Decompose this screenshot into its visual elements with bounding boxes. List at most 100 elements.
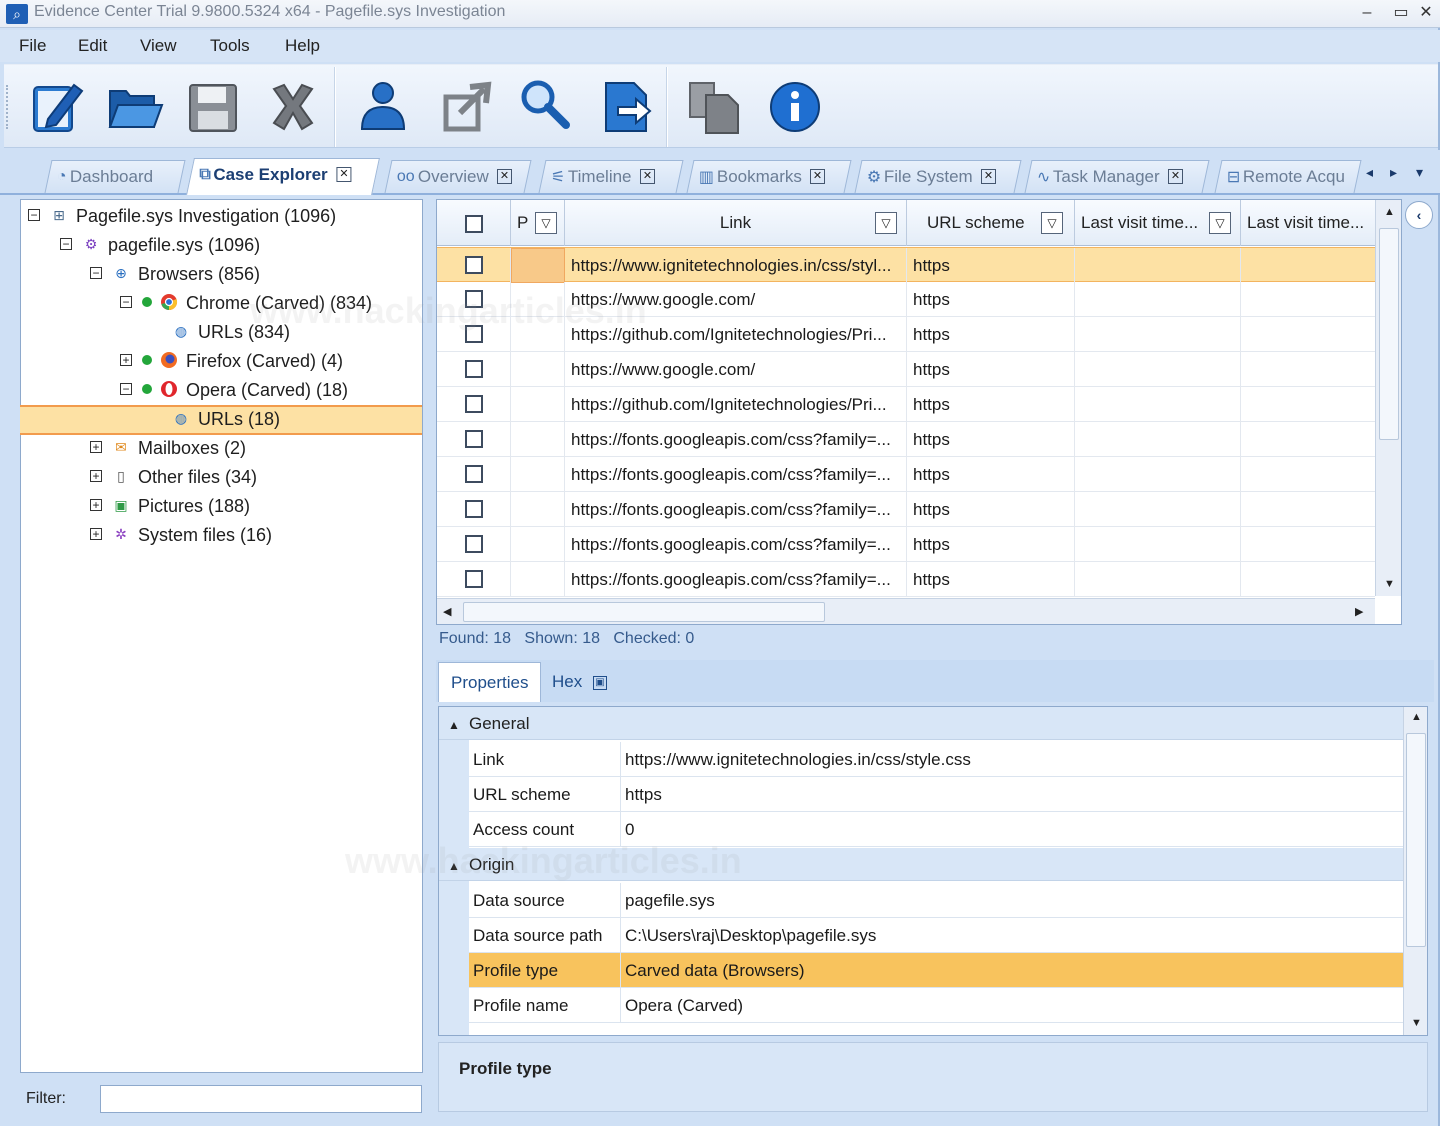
tree-node-browsers[interactable]: − ⊕ Browsers (856) <box>90 260 260 288</box>
filter-icon[interactable]: ▽ <box>1209 212 1231 234</box>
tab-close-icon[interactable]: ✕ <box>981 169 997 185</box>
property-row-data-source-path[interactable]: Data source path C:\Users\raj\Desktop\pa… <box>469 918 1403 953</box>
property-row-link[interactable]: Link https://www.ignitetechnologies.in/c… <box>469 742 1403 777</box>
tree-node-opera[interactable]: − Opera (Carved) (18) <box>120 376 348 404</box>
tab-hex[interactable]: Hex ▣ <box>540 662 619 702</box>
tree-node-opera-urls[interactable]: ◍ URLs (18) <box>172 405 280 433</box>
scroll-up-icon[interactable]: ▲ <box>1384 206 1395 218</box>
grid-horizontal-scrollbar[interactable]: ◀ ▶ <box>437 598 1375 624</box>
select-all-checkbox[interactable] <box>465 215 483 233</box>
tab-file-system[interactable]: ⚙ File System ✕ <box>854 160 1022 193</box>
scroll-up-icon[interactable]: ▲ <box>1411 711 1422 723</box>
tab-overview[interactable]: oo Overview ✕ <box>384 160 532 193</box>
category-general[interactable]: ▲ General <box>439 707 1403 740</box>
row-checkbox[interactable] <box>465 570 483 588</box>
row-checkbox[interactable] <box>465 535 483 553</box>
filter-input[interactable] <box>100 1085 422 1113</box>
tab-scroll-left-icon[interactable]: ◂ <box>1366 164 1373 181</box>
tree-node-mailboxes[interactable]: + ✉ Mailboxes (2) <box>90 434 246 462</box>
add-evidence-button[interactable] <box>352 73 414 139</box>
table-row[interactable]: https://www.ignitetechnologies.in/css/st… <box>437 247 1375 283</box>
close-case-button[interactable] <box>262 73 324 139</box>
search-button[interactable] <box>512 73 574 139</box>
open-case-button[interactable] <box>104 73 166 139</box>
table-row[interactable]: https://fonts.googleapis.com/css?family=… <box>437 422 1375 457</box>
tab-case-explorer[interactable]: ⧉ Case Explorer ✕ <box>186 158 380 195</box>
export-button[interactable] <box>436 73 498 139</box>
table-row[interactable]: https://www.google.com/https <box>437 352 1375 387</box>
menu-view[interactable]: View <box>140 36 177 56</box>
tree-node-firefox[interactable]: + Firefox (Carved) (4) <box>120 347 343 375</box>
tab-scroll-right-icon[interactable]: ▸ <box>1390 164 1397 181</box>
tab-task-manager[interactable]: ∿ Task Manager ✕ <box>1024 160 1210 193</box>
tab-close-icon[interactable]: ✕ <box>810 169 826 185</box>
tree-node-pagefile[interactable]: − ⚙ pagefile.sys (1096) <box>60 231 260 259</box>
row-checkbox[interactable] <box>465 465 483 483</box>
tab-dashboard[interactable]: ◔ Dashboard <box>44 160 186 193</box>
scroll-down-icon[interactable]: ▼ <box>1384 578 1395 590</box>
hex-detach-icon[interactable]: ▣ <box>592 675 607 690</box>
expand-icon[interactable]: + <box>90 499 102 512</box>
tab-close-icon[interactable]: ✕ <box>336 167 352 183</box>
property-row-profile-name[interactable]: Profile name Opera (Carved) <box>469 988 1403 1023</box>
tab-close-icon[interactable]: ✕ <box>639 169 655 185</box>
about-button[interactable] <box>764 73 826 139</box>
expand-icon[interactable]: + <box>90 470 102 483</box>
maximize-button[interactable]: ▭ <box>1386 2 1416 24</box>
save-case-button[interactable] <box>182 73 244 139</box>
collapse-icon[interactable]: − <box>90 267 102 280</box>
expand-icon[interactable]: + <box>120 354 132 367</box>
expand-icon[interactable]: + <box>90 528 102 541</box>
close-window-button[interactable]: ✕ <box>1414 2 1438 24</box>
property-row-url-scheme[interactable]: URL scheme https <box>469 777 1403 812</box>
row-checkbox[interactable] <box>465 430 483 448</box>
row-checkbox[interactable] <box>465 500 483 518</box>
expand-icon[interactable]: + <box>90 441 102 454</box>
row-checkbox[interactable] <box>465 360 483 378</box>
scroll-thumb[interactable] <box>1379 228 1399 440</box>
tab-list-dropdown-icon[interactable]: ▾ <box>1416 164 1423 181</box>
collapse-icon[interactable]: − <box>120 383 132 396</box>
grid-vertical-scrollbar[interactable]: ▲ ▼ <box>1375 200 1401 596</box>
menu-tools[interactable]: Tools <box>210 36 250 56</box>
property-row-data-source[interactable]: Data source pagefile.sys <box>469 883 1403 918</box>
row-checkbox[interactable] <box>465 395 483 413</box>
table-row[interactable]: https://fonts.googleapis.com/css?family=… <box>437 527 1375 562</box>
toolbar-grip[interactable] <box>6 85 10 129</box>
collapse-icon[interactable]: − <box>120 296 132 309</box>
scroll-thumb[interactable] <box>1406 733 1426 947</box>
tree-node-other-files[interactable]: + ▯ Other files (34) <box>90 463 257 491</box>
scroll-thumb[interactable] <box>463 602 825 622</box>
table-row[interactable]: https://fonts.googleapis.com/css?family=… <box>437 492 1375 527</box>
new-case-button[interactable] <box>26 73 88 139</box>
table-row[interactable]: https://github.com/Ignitetechnologies/Pr… <box>437 387 1375 422</box>
column-header-link[interactable]: Link ▽ <box>565 200 907 246</box>
table-row[interactable]: https://fonts.googleapis.com/css?family=… <box>437 562 1375 597</box>
tab-close-icon[interactable]: ✕ <box>496 169 512 185</box>
menu-help[interactable]: Help <box>285 36 320 56</box>
filter-icon[interactable]: ▽ <box>875 212 897 234</box>
menu-edit[interactable]: Edit <box>78 36 107 56</box>
tree-node-investigation[interactable]: − ⊞ Pagefile.sys Investigation (1096) <box>28 202 336 230</box>
tab-timeline[interactable]: ⚟ Timeline ✕ <box>538 160 684 193</box>
tab-close-icon[interactable]: ✕ <box>1168 169 1184 185</box>
tree-node-pictures[interactable]: + ▣ Pictures (188) <box>90 492 250 520</box>
collapse-icon[interactable]: − <box>28 209 40 222</box>
properties-vertical-scrollbar[interactable]: ▲ ▼ <box>1403 707 1427 1035</box>
scroll-down-icon[interactable]: ▼ <box>1411 1017 1422 1029</box>
column-header-last-visit-time[interactable]: Last visit time... ▽ <box>1075 200 1241 246</box>
collapse-panel-icon[interactable]: ‹ <box>1405 201 1433 229</box>
column-header-p[interactable]: P ▽ <box>511 200 565 246</box>
property-row-profile-type[interactable]: Profile type Carved data (Browsers) <box>469 953 1403 988</box>
tree-node-system-files[interactable]: + ✲ System files (16) <box>90 521 272 549</box>
collapse-caret-icon[interactable]: ▲ <box>439 709 469 742</box>
scroll-right-icon[interactable]: ▶ <box>1355 605 1363 618</box>
tab-properties[interactable]: Properties <box>438 662 542 702</box>
filter-icon[interactable]: ▽ <box>535 212 557 234</box>
collapse-icon[interactable]: − <box>60 238 72 251</box>
scroll-left-icon[interactable]: ◀ <box>443 605 451 618</box>
row-checkbox[interactable] <box>465 256 483 274</box>
column-header-last-visit-time-2[interactable]: Last visit time... <box>1241 200 1375 246</box>
tab-remote-acquisition[interactable]: ⊟ Remote Acqu <box>1214 160 1362 193</box>
table-row[interactable]: https://fonts.googleapis.com/css?family=… <box>437 457 1375 492</box>
